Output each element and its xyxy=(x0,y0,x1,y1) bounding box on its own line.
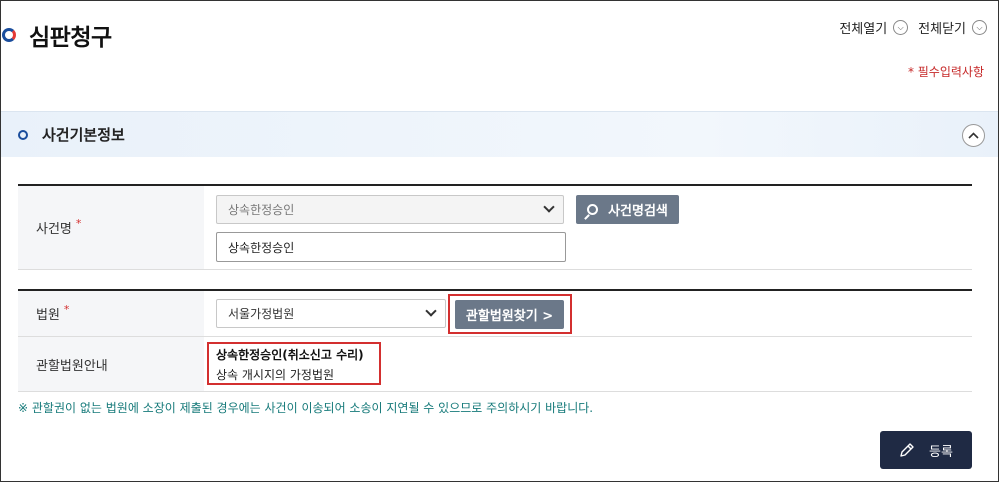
pencil-icon xyxy=(900,443,914,457)
case-label-cell: 사건명 * xyxy=(18,186,204,269)
search-icon xyxy=(587,204,599,215)
page-header: 심판청구 xyxy=(0,18,112,52)
section-bullet-icon xyxy=(18,129,28,140)
case-table: 사건명 * 상속한정승인 사건명검색 상속한정승인 xyxy=(18,184,972,270)
jurisdiction-notice: ※ 관할권이 없는 법원에 소장이 제출된 경우에는 사건이 이송되어 소송이 … xyxy=(18,401,594,415)
jurisdiction-row: 관할법원안내 상속한정승인(취소신고 수리) 상속 개시지의 가정법원 xyxy=(18,337,972,392)
court-label: 법원 xyxy=(36,308,60,323)
page-title: 심판청구 xyxy=(29,25,112,51)
case-search-button[interactable]: 사건명검색 xyxy=(576,195,679,224)
chevron-down-icon[interactable]: ⌵ xyxy=(893,20,909,35)
required-mark: * xyxy=(63,303,70,316)
case-type-select-value: 상속한정승인 xyxy=(228,203,295,217)
jurisdiction-line2: 상속 개시지의 가정법원 xyxy=(216,368,335,382)
required-note: * 필수입력사항 xyxy=(907,65,984,79)
chevron-down-icon xyxy=(425,305,437,317)
case-row: 사건명 * 상속한정승인 사건명검색 상속한정승인 xyxy=(18,186,972,270)
court-row: 법원 * 서울가정법원 관할법원찾기 > xyxy=(18,291,972,337)
submit-button-label: 등록 xyxy=(929,444,953,460)
court-select-value: 서울가정법원 xyxy=(228,307,295,321)
chevron-down-icon xyxy=(543,201,555,213)
chevron-up-icon xyxy=(968,132,979,139)
case-search-button-label: 사건명검색 xyxy=(608,204,668,219)
jurisdiction-line1: 상속한정승인(취소신고 수리) xyxy=(216,348,364,362)
collapse-all-label[interactable]: 전체닫기 xyxy=(918,18,966,37)
case-type-select: 상속한정승인 xyxy=(216,195,564,224)
expand-all-label[interactable]: 전체열기 xyxy=(839,18,887,37)
case-name-input[interactable]: 상속한정승인 xyxy=(216,232,566,262)
court-select[interactable]: 서울가정법원 xyxy=(216,299,446,328)
title-ring-icon xyxy=(2,28,16,42)
case-label: 사건명 xyxy=(36,222,72,237)
court-label-cell: 법원 * xyxy=(18,291,204,336)
find-court-button[interactable]: 관할법원찾기 > xyxy=(455,300,564,329)
section-header: 사건기본정보 xyxy=(1,111,998,157)
required-mark: * xyxy=(75,217,82,230)
jurisdiction-info-cell: 상속한정승인(취소신고 수리) 상속 개시지의 가정법원 xyxy=(204,337,972,391)
court-input-cell: 서울가정법원 관할법원찾기 > xyxy=(204,291,972,336)
section-title: 사건기본정보 xyxy=(42,126,125,144)
chevron-up-icon[interactable]: ⌵ xyxy=(972,20,987,35)
section-collapse-button[interactable] xyxy=(962,124,985,147)
case-input-cell: 상속한정승인 사건명검색 상속한정승인 xyxy=(204,186,972,269)
court-table: 법원 * 서울가정법원 관할법원찾기 > 관할법원안내 상속한정승인(취소신고 … xyxy=(18,289,972,392)
jurisdiction-label-cell: 관할법원안내 xyxy=(18,337,204,391)
toggle-all-controls: 전체열기 ⌵ 전체닫기 ⌵ xyxy=(839,18,987,37)
jurisdiction-label: 관할법원안내 xyxy=(36,358,108,374)
submit-button[interactable]: 등록 xyxy=(880,431,972,469)
